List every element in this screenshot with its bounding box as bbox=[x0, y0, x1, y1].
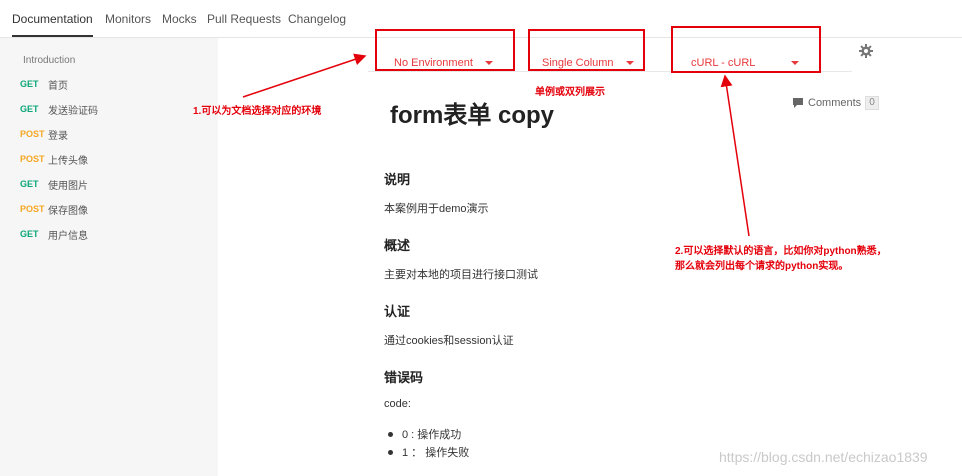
section-text: code: bbox=[384, 398, 411, 410]
section-title: 概述 bbox=[384, 238, 411, 253]
sidebar-item-label: 上传头像 bbox=[48, 155, 88, 167]
active-tab-indicator bbox=[12, 35, 93, 37]
list-item-text: 1 ： 操作失败 bbox=[402, 447, 470, 459]
list-item: 1 ： 操作失败 bbox=[388, 443, 469, 461]
tab-monitors[interactable]: Monitors bbox=[105, 12, 151, 26]
sidebar-item-label: 保存图像 bbox=[48, 205, 88, 217]
annotation-box-layout bbox=[528, 29, 645, 71]
bullet-dot bbox=[388, 431, 393, 437]
section-text: 主要对本地的项目进行接口测试 bbox=[384, 269, 538, 281]
sidebar-item-label: 用户信息 bbox=[48, 230, 88, 242]
list-item-text: 0 : 操作成功 bbox=[402, 429, 462, 441]
sidebar-item-label: 发送验证码 bbox=[48, 105, 98, 117]
method-badge: POST bbox=[20, 154, 45, 164]
method-badge: GET bbox=[20, 104, 39, 114]
method-badge: GET bbox=[20, 79, 39, 89]
sidebar-item-home[interactable]: GET 首页 bbox=[20, 76, 68, 92]
sidebar-introduction[interactable]: Introduction bbox=[23, 55, 75, 66]
sidebar-item-login[interactable]: POST 登录 bbox=[20, 126, 68, 142]
annotation-box-language bbox=[671, 26, 821, 73]
watermark: https://blog.csdn.net/echizao1839 bbox=[719, 449, 928, 465]
gear-icon[interactable] bbox=[858, 43, 874, 59]
sidebar-item-user-info[interactable]: GET 用户信息 bbox=[20, 226, 88, 242]
sidebar-item-label: 首页 bbox=[48, 80, 68, 92]
annotation-box-environment bbox=[375, 29, 515, 71]
comments-count-badge: 0 bbox=[865, 96, 879, 110]
annotation-environment: 1.可以为文档选择对应的环境 bbox=[193, 106, 322, 117]
section-title: 错误码 bbox=[384, 370, 424, 385]
section-title: 说明 bbox=[384, 172, 411, 187]
method-badge: POST bbox=[20, 129, 45, 139]
comments-button[interactable]: Comments 0 bbox=[792, 96, 879, 110]
sidebar-item-use-image[interactable]: GET 使用图片 bbox=[20, 176, 88, 192]
section-text: 本案例用于demo演示 bbox=[384, 203, 489, 215]
tab-changelog[interactable]: Changelog bbox=[288, 12, 346, 26]
tab-pull-requests[interactable]: Pull Requests bbox=[207, 12, 281, 26]
method-badge: GET bbox=[20, 229, 39, 239]
sidebar-item-label: 使用图片 bbox=[48, 180, 88, 192]
section-title: 认证 bbox=[384, 304, 411, 319]
tab-documentation[interactable]: Documentation bbox=[12, 12, 93, 26]
annotation-language-line2: 那么就会列出每个请求的python实现。 bbox=[675, 261, 849, 272]
section-text: 通过cookies和session认证 bbox=[384, 335, 514, 347]
page-title: form表单 copy bbox=[390, 102, 555, 129]
sidebar-item-save-image[interactable]: POST 保存图像 bbox=[20, 201, 88, 217]
list-item: 0 : 操作成功 bbox=[388, 425, 469, 443]
tab-mocks[interactable]: Mocks bbox=[162, 12, 197, 26]
sidebar-item-send-code[interactable]: GET 发送验证码 bbox=[20, 101, 98, 117]
error-code-list: 0 : 操作成功 1 ： 操作失败 bbox=[388, 425, 469, 461]
bullet-dot bbox=[388, 449, 393, 455]
comments-label: Comments bbox=[808, 97, 862, 109]
annotation-layout: 单例或双列展示 bbox=[535, 87, 605, 98]
comment-icon bbox=[793, 98, 803, 108]
documentation-main: No Environment Single Column cURL - cURL… bbox=[218, 38, 962, 476]
sidebar-item-upload-avatar[interactable]: POST 上传头像 bbox=[20, 151, 88, 167]
sidebar-item-label: 登录 bbox=[48, 130, 68, 142]
sidebar: Introduction GET 首页 GET 发送验证码 POST 登录 PO… bbox=[0, 38, 218, 476]
method-badge: GET bbox=[20, 179, 39, 189]
annotation-language-line1: 2.可以选择默认的语言，比如你对python熟悉， bbox=[675, 246, 887, 257]
method-badge: POST bbox=[20, 204, 45, 214]
